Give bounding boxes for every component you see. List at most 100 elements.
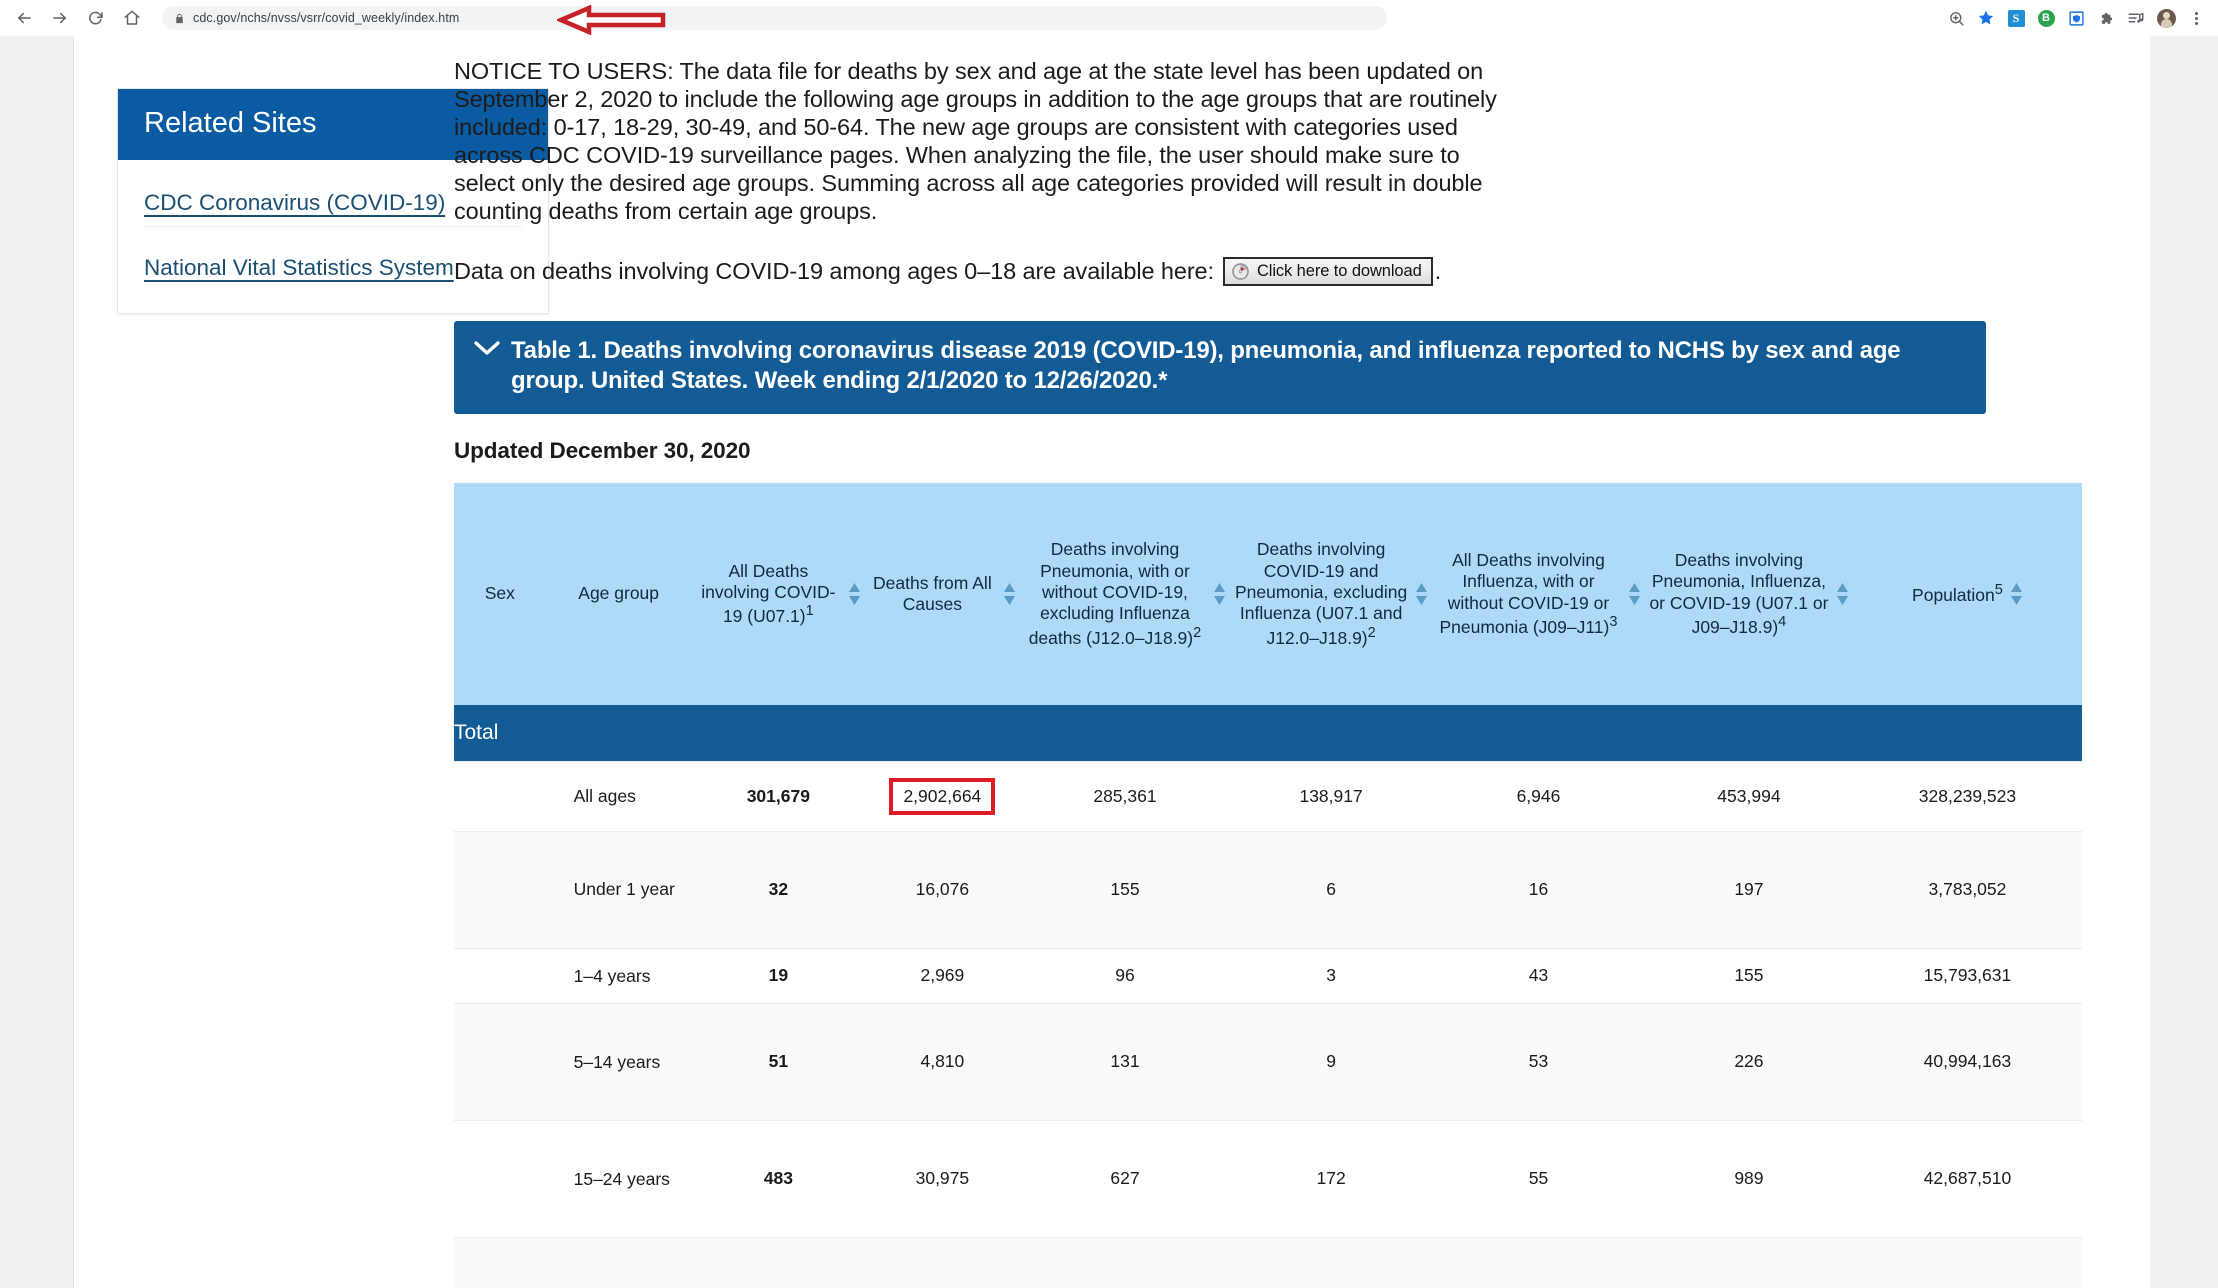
browser-toolbar-actions: S B: [1942, 4, 2218, 32]
cell-influenza: 43: [1432, 948, 1645, 1004]
cell-covid19: 51: [691, 1003, 865, 1121]
col-header-covid19[interactable]: All Deaths involving COVID-19 (U07.1)1: [691, 483, 865, 706]
col-label-sex: Sex: [484, 583, 515, 604]
cell-sex: [454, 761, 546, 832]
sort-icon-pic[interactable]: [1836, 581, 1849, 607]
extension-s-label: S: [2007, 9, 2025, 27]
cell-covid19: 19: [691, 948, 865, 1004]
col-header-age-group: Age group: [545, 483, 692, 706]
cell-covid19: 483: [691, 1120, 865, 1238]
extension-b-label: B: [2037, 9, 2055, 27]
table1-banner-text: Table 1. Deaths involving coronavirus di…: [511, 336, 1901, 395]
extensions-puzzle-icon[interactable]: [2092, 4, 2120, 32]
table1-body: Total All ages 301,679 2,902,664 285,361…: [454, 705, 2082, 1288]
main-column: NOTICE TO USERS: The data file for death…: [454, 36, 2082, 1288]
cell-age-group: 15–24 years: [545, 1120, 692, 1238]
lock-icon: [176, 13, 183, 23]
cell-pic: 197: [1644, 831, 1853, 949]
col-header-influenza[interactable]: All Deaths involving Influenza, with or …: [1432, 483, 1645, 706]
forward-button[interactable]: [42, 0, 78, 36]
sort-icon-influenza[interactable]: [1628, 581, 1641, 607]
cell-covid-pneumonia: 9: [1230, 1003, 1432, 1121]
highlighted-value: 2,902,664: [889, 778, 996, 815]
address-bar[interactable]: cdc.gov/nchs/nvss/vsrr/covid_weekly/inde…: [162, 5, 1387, 35]
col-label-pic: Deaths involving Pneumonia, Influenza, o…: [1649, 550, 1829, 637]
cell-pic: 226: [1644, 1003, 1853, 1121]
disc-download-icon: [1232, 262, 1249, 280]
sort-icon-covid19[interactable]: [848, 581, 861, 607]
cell-influenza: 156: [1432, 1237, 1645, 1288]
sort-icon-covid-pneumonia[interactable]: [1415, 581, 1428, 607]
cell-age-group: 25–34: [545, 1237, 692, 1288]
back-button[interactable]: [6, 0, 42, 36]
sort-icon-pneumonia[interactable]: [1213, 581, 1226, 607]
zoom-icon[interactable]: [1942, 4, 1970, 32]
cell-population: 328,239,523: [1852, 761, 2082, 832]
sort-icon-population[interactable]: [2010, 581, 2023, 607]
extension-shield-icon[interactable]: [2062, 4, 2090, 32]
col-label-population: Population5: [1912, 582, 2003, 605]
extension-s-icon[interactable]: S: [2002, 4, 2030, 32]
page-content: Related Sites CDC Coronavirus (COVID-19)…: [74, 36, 2150, 1288]
table-row: 15–24 years 483 30,975 627 172 55 989 42…: [454, 1120, 2082, 1238]
table1-wrapper: Sex Age group All Deaths involving COVID…: [454, 483, 2084, 1288]
col-label-pneumonia: Deaths involving Pneumonia, with or with…: [1028, 539, 1202, 648]
updated-date: Updated December 30, 2020: [454, 438, 751, 464]
table-row: 1–4 years 19 2,969 96 3 43 155 15,793,63…: [454, 948, 2082, 1004]
navigation-buttons: [0, 0, 150, 36]
col-header-covid-pneumonia[interactable]: Deaths involving COVID-19 and Pneumonia,…: [1230, 483, 1432, 706]
download-line: Data on deaths involving COVID-19 among …: [454, 256, 2074, 286]
home-button[interactable]: [114, 0, 150, 36]
cell-covid-pneumonia: 931: [1230, 1237, 1432, 1288]
media-playlist-icon[interactable]: [2122, 4, 2150, 32]
notice-text: NOTICE TO USERS: The data file for death…: [454, 58, 1497, 224]
cell-age-group: 5–14 years: [545, 1003, 692, 1121]
cell-population: 40,994,163: [1852, 1003, 2082, 1121]
reload-button[interactable]: [78, 0, 114, 36]
cell-population: 15,793,631: [1852, 948, 2082, 1004]
avatar: [2156, 8, 2176, 28]
cell-covid-pneumonia: 138,917: [1230, 761, 1432, 832]
cell-pneumonia: 96: [1019, 948, 1231, 1004]
table-row: All ages 301,679 2,902,664 285,361 138,9…: [454, 761, 2082, 832]
table-group-header-total: Total: [454, 705, 2082, 763]
cell-covid-pneumonia: 172: [1230, 1120, 1432, 1238]
click-here-to-download-button[interactable]: Click here to download: [1222, 256, 1433, 286]
cell-covid-pneumonia: 3: [1230, 948, 1432, 1004]
table1-banner[interactable]: Table 1. Deaths involving coronavirus di…: [454, 320, 1986, 415]
cell-all-causes: 2,969: [865, 948, 1020, 1004]
cell-age-group: All ages: [545, 761, 692, 832]
sort-icon-all-causes[interactable]: [1003, 581, 1016, 607]
col-header-all-causes[interactable]: Deaths from All Causes: [865, 483, 1020, 706]
download-line-period: .: [1434, 257, 1442, 284]
cell-all-causes: 2,902,664: [865, 761, 1020, 832]
col-header-pic[interactable]: Deaths involving Pneumonia, Influenza, o…: [1644, 483, 1853, 706]
cell-pneumonia: 2,278: [1019, 1237, 1231, 1288]
col-header-population[interactable]: Population5: [1852, 483, 2082, 706]
col-label-age-group: Age group: [578, 583, 660, 604]
cell-sex: [454, 948, 546, 1004]
download-button-label: Click here to download: [1256, 262, 1422, 281]
col-header-pneumonia[interactable]: Deaths involving Pneumonia, with or with…: [1019, 483, 1231, 706]
profile-avatar[interactable]: [2152, 4, 2180, 32]
notice-to-users: NOTICE TO USERS: The data file for death…: [454, 36, 1499, 226]
cell-all-causes: 4,810: [865, 1003, 1020, 1121]
cell-pneumonia: 131: [1019, 1003, 1231, 1121]
cell-age-group: 1–4 years: [545, 948, 692, 1004]
cell-pneumonia: 285,361: [1019, 761, 1231, 832]
col-label-covid-pneumonia: Deaths involving COVID-19 and Pneumonia,…: [1235, 539, 1408, 648]
browser-menu-icon[interactable]: [2182, 4, 2210, 32]
bookmark-star-icon[interactable]: [1972, 4, 2000, 32]
table1-head: Sex Age group All Deaths involving COVID…: [454, 483, 2082, 706]
table1-header-row: Sex Age group All Deaths involving COVID…: [454, 483, 2082, 706]
group-header-label: Total: [454, 705, 2082, 763]
cell-covid19: 301,679: [691, 761, 865, 832]
chevron-down-icon: [474, 341, 500, 355]
cell-sex: [454, 1237, 546, 1288]
cell-pic: 155: [1644, 948, 1853, 1004]
cell-all-causes: 30,975: [865, 1120, 1020, 1238]
cell-all-causes: 63,554: [865, 1237, 1020, 1288]
cell-sex: [454, 1003, 546, 1121]
table1: Sex Age group All Deaths involving COVID…: [454, 483, 2082, 1288]
extension-b-icon[interactable]: B: [2032, 4, 2060, 32]
